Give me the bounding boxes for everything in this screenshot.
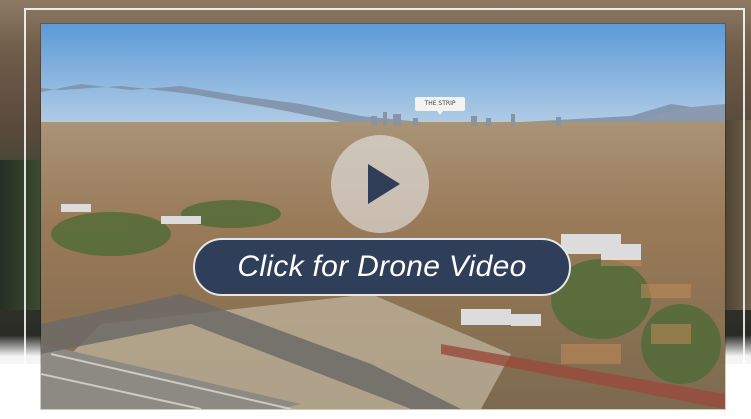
play-button[interactable] <box>331 135 429 233</box>
drone-video-label: Click for Drone Video <box>237 250 527 283</box>
drone-video-thumbnail[interactable]: THE STRIP Click for Drone Video <box>41 24 725 409</box>
play-icon <box>368 164 400 204</box>
drone-video-button[interactable]: Click for Drone Video <box>193 238 571 296</box>
landmark-label: THE STRIP <box>415 97 465 115</box>
